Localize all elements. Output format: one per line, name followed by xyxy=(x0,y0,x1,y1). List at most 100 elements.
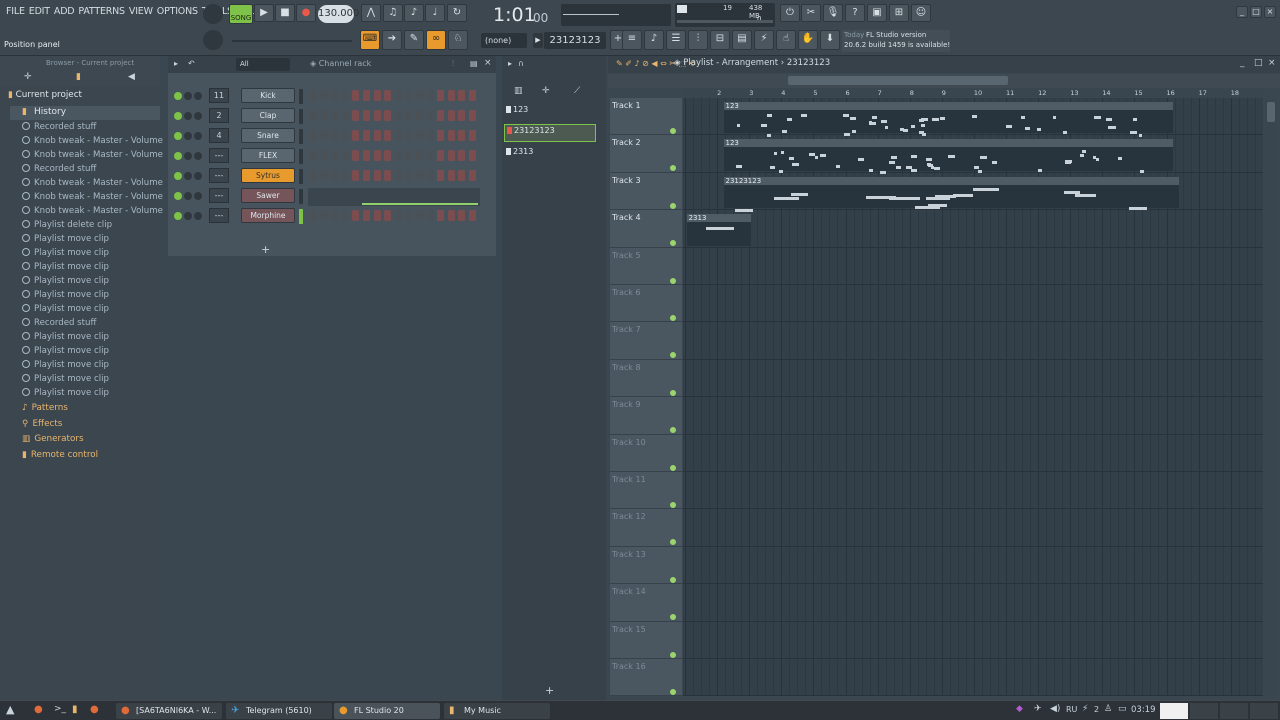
step-button[interactable] xyxy=(352,90,360,101)
tray-bluetooth-icon[interactable]: ⚡ xyxy=(1082,704,1088,714)
track-mute-led[interactable] xyxy=(670,128,676,134)
history-item[interactable]: Playlist move clip xyxy=(22,346,109,356)
step-button[interactable] xyxy=(320,110,328,121)
step-button[interactable] xyxy=(458,130,466,141)
browser-nav-icon[interactable]: ✛ xyxy=(24,72,32,82)
picker-automation-icon[interactable]: ✛ xyxy=(542,86,550,96)
time-display[interactable]: 1:01 00 xyxy=(475,2,557,28)
download-button[interactable]: ⬇ xyxy=(820,30,840,50)
track-name[interactable]: Track 7 xyxy=(612,325,641,334)
track-name[interactable]: Track 4 xyxy=(612,213,641,222)
pattern-item[interactable]: 2313 xyxy=(504,146,596,160)
piano-roll-button[interactable]: ♪ xyxy=(644,30,664,50)
tray-lang[interactable]: RU xyxy=(1066,705,1077,714)
history-item[interactable]: Knob tweak - Master - Volume xyxy=(22,150,163,160)
picker-piano-icon[interactable]: ▥ xyxy=(514,86,523,96)
step-button[interactable] xyxy=(416,210,423,221)
browser-folder-generators[interactable]: ▥ Generators xyxy=(22,434,84,444)
step-button[interactable] xyxy=(363,90,370,101)
channel-knob[interactable] xyxy=(194,132,202,140)
step-button[interactable] xyxy=(341,170,349,181)
record-button[interactable]: ● xyxy=(296,4,316,22)
track-name[interactable]: Track 5 xyxy=(612,251,641,260)
play-button[interactable]: ▶ xyxy=(254,4,274,22)
step-button[interactable] xyxy=(310,150,317,161)
channel-led-icon[interactable] xyxy=(174,152,182,160)
step-button[interactable] xyxy=(405,150,413,161)
channel-name-button[interactable]: FLEX xyxy=(241,148,295,163)
track-mute-led[interactable] xyxy=(670,352,676,359)
step-button[interactable] xyxy=(405,210,413,221)
channel-name-button[interactable]: Kick xyxy=(241,88,295,103)
browser-root[interactable]: ▮ Current project xyxy=(8,90,82,100)
step-button[interactable] xyxy=(363,110,370,121)
step-button[interactable] xyxy=(416,130,423,141)
channel-rack-button[interactable]: ☰ xyxy=(666,30,686,50)
browser-icon-2[interactable]: ● xyxy=(90,704,99,715)
track-name[interactable]: Track 11 xyxy=(612,475,646,484)
tempo-tap-button[interactable]: ✋ xyxy=(798,30,818,50)
terminal-icon[interactable]: >_ xyxy=(54,704,66,714)
track-name[interactable]: Track 15 xyxy=(612,625,646,634)
step-button[interactable] xyxy=(469,110,476,121)
step-button[interactable] xyxy=(373,130,381,141)
channel-name-button[interactable]: Clap xyxy=(241,108,295,123)
channel-knob[interactable] xyxy=(184,172,192,180)
track-mute-led[interactable] xyxy=(670,464,676,471)
step-button[interactable] xyxy=(458,150,466,161)
step-button[interactable] xyxy=(310,90,317,101)
history-item[interactable]: Knob tweak - Master - Volume xyxy=(22,136,163,146)
channel-knob[interactable] xyxy=(194,112,202,120)
link-button[interactable]: ∞ xyxy=(426,30,446,50)
playlist-minimize-icon[interactable]: _ xyxy=(1240,58,1245,68)
menu-add[interactable]: ADD xyxy=(52,6,77,17)
step-button[interactable] xyxy=(426,210,434,221)
plugin-picker-button[interactable]: ⚡ xyxy=(754,30,774,50)
step-button[interactable] xyxy=(384,210,392,221)
step-button[interactable] xyxy=(320,170,328,181)
channel-knob[interactable] xyxy=(194,92,202,100)
track-mute-led[interactable] xyxy=(670,614,676,621)
channel-knob[interactable] xyxy=(194,172,202,180)
channel-led-icon[interactable] xyxy=(174,172,182,180)
step-button[interactable] xyxy=(437,150,445,161)
step-button[interactable] xyxy=(310,170,317,181)
history-item[interactable]: Playlist delete clip xyxy=(22,220,112,230)
browser-folder-remote-control[interactable]: ▮ Remote control xyxy=(22,450,98,460)
step-button[interactable] xyxy=(447,90,455,101)
history-item[interactable]: Playlist move clip xyxy=(22,388,109,398)
step-button[interactable] xyxy=(426,130,434,141)
picker-arrow-icon[interactable]: ▸ xyxy=(508,59,512,68)
step-button[interactable] xyxy=(320,130,328,141)
step-button[interactable] xyxy=(363,210,370,221)
track-mute-led[interactable] xyxy=(670,539,676,546)
help-button[interactable]: ? xyxy=(845,4,865,22)
track-name[interactable]: Track 10 xyxy=(612,438,646,447)
step-button[interactable] xyxy=(458,210,466,221)
playlist-clip[interactable]: 123 xyxy=(723,102,1173,138)
browser-toggle-button[interactable]: ⊟ xyxy=(710,30,730,50)
menu-view[interactable]: VIEW xyxy=(127,6,155,17)
playlist-close-icon[interactable]: × xyxy=(1268,58,1276,68)
rack-menu-icon[interactable]: ▸ xyxy=(174,59,178,68)
track-mute-led[interactable] xyxy=(670,240,676,247)
add-pattern-list-button[interactable]: + xyxy=(545,684,554,697)
step-button[interactable] xyxy=(405,170,413,181)
song-mode-toggle[interactable]: SONG xyxy=(229,4,253,24)
step-button[interactable] xyxy=(352,150,360,161)
wait-input-button[interactable]: ♫ xyxy=(383,4,403,22)
channel-knob[interactable] xyxy=(184,112,192,120)
step-button[interactable] xyxy=(447,210,455,221)
step-button[interactable] xyxy=(341,150,349,161)
channel-mixer-track[interactable]: 11 xyxy=(209,88,229,103)
rack-close-icon[interactable]: × xyxy=(484,58,492,68)
add-channel-button[interactable]: + xyxy=(261,243,270,256)
channel-select-bar[interactable] xyxy=(299,89,303,104)
minimize-button[interactable]: _ xyxy=(1236,6,1248,18)
step-button[interactable] xyxy=(416,170,423,181)
playlist-maximize-icon[interactable]: □ xyxy=(1254,58,1263,68)
panic-button[interactable]: ✂ xyxy=(801,4,821,22)
rack-options-icon[interactable]: ▤ xyxy=(470,59,478,68)
step-button[interactable] xyxy=(373,110,381,121)
playlist-timeline[interactable]: 2 3 4 5 6 7 8 9 10 11 12 13 14 15 16 17 18 xyxy=(683,88,1263,98)
